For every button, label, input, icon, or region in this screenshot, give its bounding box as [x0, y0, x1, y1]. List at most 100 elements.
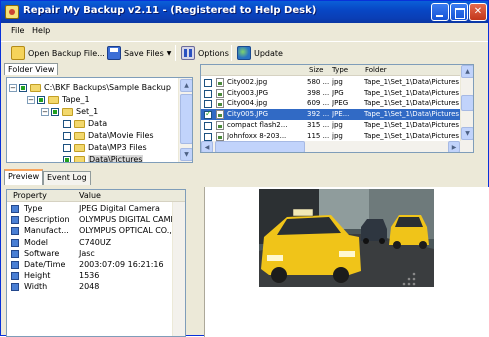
scroll-down-icon[interactable]: ▼ — [180, 148, 192, 161]
tree-node[interactable]: − Set_1 — [41, 106, 98, 117]
menu-file[interactable]: File — [11, 26, 24, 35]
file-folder: Tape_1\Set_1\Data\Pictures\ — [364, 88, 459, 97]
tree-scrollbar[interactable]: ▲ ▼ — [178, 78, 192, 162]
scroll-down-icon[interactable]: ▼ — [461, 127, 473, 140]
tree-node[interactable]: − Tape_1 — [27, 94, 90, 105]
tree-node[interactable]: Data\Movie Files — [63, 130, 154, 141]
tree-node-selected[interactable]: Data\Pictures — [63, 154, 144, 162]
scroll-up-icon[interactable]: ▲ — [461, 65, 473, 78]
title-bar[interactable]: Repair My Backup v2.11 - (Registered to … — [1, 1, 488, 23]
open-backup-button[interactable]: Open Backup File... — [11, 44, 105, 62]
tree-label: C:\BKF Backups\Sample Backup — [44, 83, 171, 92]
property-row[interactable]: Description OLYMPUS DIGITAL CAME... — [7, 214, 185, 225]
property-value: JPEG Digital Camera — [79, 204, 160, 213]
globe-icon — [237, 46, 251, 60]
property-row[interactable]: Manufact... OLYMPUS OPTICAL CO.,L... — [7, 225, 185, 236]
properties-scrollbar[interactable] — [172, 202, 185, 336]
file-name: City005.JPG — [227, 110, 269, 119]
open-folder-icon — [11, 46, 25, 60]
tree-label: Data\Movie Files — [88, 131, 154, 140]
tree-checkbox[interactable] — [63, 155, 71, 162]
folder-icon — [74, 155, 85, 162]
tree-node[interactable]: Data — [63, 118, 107, 129]
property-key: Height — [24, 271, 51, 281]
tree-checkbox[interactable] — [63, 119, 71, 128]
scroll-thumb[interactable] — [180, 94, 192, 144]
resize-grip-icon[interactable] — [401, 271, 417, 287]
file-checkbox[interactable] — [204, 79, 212, 87]
tree-checkbox[interactable] — [63, 143, 71, 152]
file-checkbox[interactable] — [204, 100, 212, 109]
file-list-hscrollbar[interactable]: ◀ ▶ — [201, 141, 473, 152]
file-row[interactable]: compact flash2... 315 ... jpg Tape_1\Set_1\… — [201, 120, 473, 131]
file-row[interactable]: City003.JPG 398 ... JPG Tape_1\Set_1\Data\P… — [201, 88, 473, 99]
tree-node[interactable]: Data\MP3 Files — [63, 142, 147, 153]
file-list[interactable]: Size Type Folder City002.jpg 580 ... jpg Ta… — [200, 64, 474, 153]
properties-table: Property Value Type JPEG Digital Camera De… — [6, 189, 186, 337]
file-row[interactable]: City004.jpg 609 ... JPEG Tape_1\Set_1\Data\… — [201, 98, 473, 109]
maximize-button[interactable] — [450, 3, 468, 21]
property-value: C740UZ — [79, 237, 112, 247]
file-checkbox[interactable] — [204, 89, 212, 98]
property-key: Type — [24, 204, 43, 213]
folder-icon — [48, 95, 59, 104]
close-button[interactable]: ✕ — [469, 3, 487, 21]
tab-event-log[interactable]: Event Log — [43, 171, 91, 185]
property-value: 2048 — [79, 282, 100, 292]
scroll-right-icon[interactable]: ▶ — [448, 141, 460, 152]
property-row[interactable]: Type JPEG Digital Camera — [7, 203, 185, 214]
collapse-icon[interactable]: − — [41, 107, 49, 116]
folder-icon — [74, 131, 85, 140]
file-row[interactable]: Johnfoxx 8-203... 115 ... jpg Tape_1\Set_1\… — [201, 131, 473, 142]
tree-label: Tape_1 — [62, 95, 90, 104]
chevron-down-icon[interactable]: ▼ — [167, 50, 172, 57]
update-button[interactable]: Update — [237, 44, 283, 62]
file-checkbox[interactable] — [204, 109, 212, 120]
folder-view-tab[interactable]: Folder View — [4, 63, 59, 75]
tab-preview[interactable]: Preview — [4, 169, 44, 185]
property-icon — [11, 283, 19, 292]
file-size: 580 ... — [307, 78, 330, 86]
scroll-thumb[interactable] — [461, 95, 473, 111]
tree-node[interactable]: − C:\BKF Backups\Sample Backup — [9, 82, 171, 93]
tree-label: Data — [88, 119, 108, 128]
file-checkbox[interactable] — [204, 132, 212, 141]
file-name: compact flash2... — [227, 120, 288, 129]
property-icon — [11, 249, 19, 258]
collapse-icon[interactable]: − — [27, 95, 35, 104]
tree-checkbox[interactable] — [63, 131, 71, 140]
property-row[interactable]: Height 1536 — [7, 270, 185, 281]
scroll-left-icon[interactable]: ◀ — [201, 141, 213, 152]
property-row[interactable]: Software Jasc — [7, 248, 185, 259]
column-value[interactable]: Value — [79, 191, 101, 200]
column-type[interactable]: Type — [332, 66, 348, 74]
save-files-button[interactable]: Save Files ▼ — [107, 44, 171, 62]
column-size[interactable]: Size — [309, 66, 323, 74]
column-folder[interactable]: Folder — [365, 66, 387, 74]
options-button[interactable]: Options — [181, 44, 229, 62]
column-property[interactable]: Property — [13, 191, 47, 200]
property-row[interactable]: Width 2048 — [7, 281, 185, 292]
file-checkbox[interactable] — [204, 121, 212, 130]
menu-help[interactable]: Help — [32, 26, 50, 35]
tree-checkbox[interactable] — [51, 107, 59, 116]
folder-tree[interactable]: − C:\BKF Backups\Sample Backup − Tape_1 … — [6, 77, 193, 163]
minimize-button[interactable] — [431, 3, 449, 21]
file-folder: Tape_1\Set_1\Data\Pictures\ — [364, 120, 459, 129]
folder-icon — [74, 143, 85, 152]
property-row[interactable]: Date/Time 2003:07:09 16:21:16 — [7, 259, 185, 270]
file-row[interactable]: City002.jpg 580 ... jpg Tape_1\Set_1\Data\P… — [201, 77, 473, 88]
file-list-scrollbar[interactable]: ▲ ▼ — [460, 65, 473, 141]
collapse-icon[interactable]: − — [9, 83, 17, 92]
tree-checkbox[interactable] — [19, 83, 27, 92]
properties-header: Property Value — [7, 190, 185, 202]
image-file-icon — [216, 131, 224, 141]
scroll-thumb[interactable] — [215, 141, 305, 152]
file-row-selected[interactable]: City005.JPG 392 ...JPE... Tape_1\Set_1\Dat… — [201, 109, 473, 121]
property-icon — [11, 216, 19, 225]
tree-checkbox[interactable] — [37, 95, 45, 104]
scroll-up-icon[interactable]: ▲ — [180, 79, 192, 92]
toolbar-separator — [231, 45, 232, 61]
file-size: 609 ... — [307, 99, 330, 108]
property-row[interactable]: Model C740UZ — [7, 237, 185, 248]
